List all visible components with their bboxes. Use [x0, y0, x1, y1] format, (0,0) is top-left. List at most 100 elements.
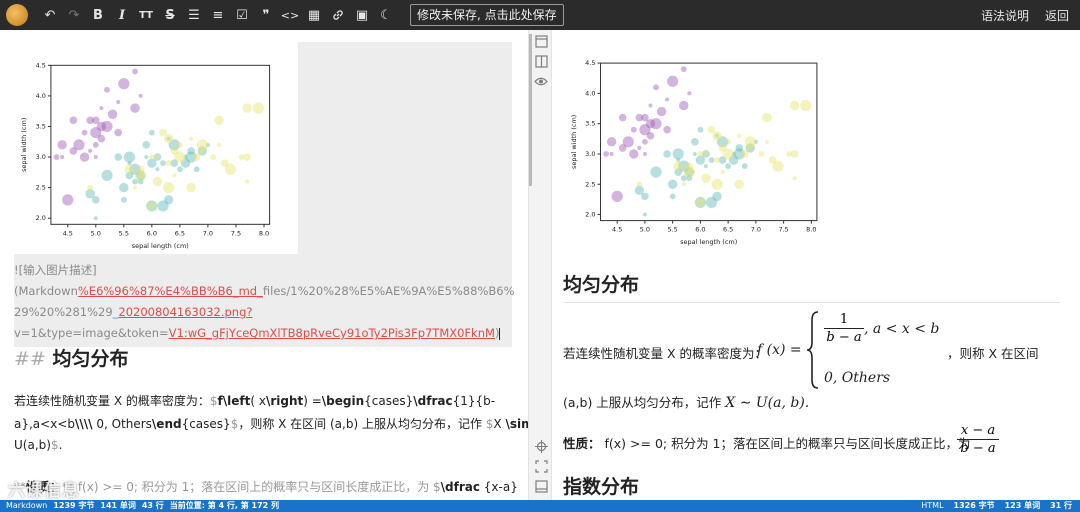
data-point [703, 151, 708, 156]
image-path-line-2: 29%20%281%29_20200804163032.png? [14, 305, 252, 319]
scatter-chart-preview: 4.5 5.0 5.5 6.0 6.5 7.0 7.5 8.0 2.0 2.5 3.0 3.5 4.0 4… [570, 59, 818, 246]
quote-icon[interactable]: ❞ [254, 3, 278, 27]
data-point [646, 131, 655, 140]
data-point [62, 194, 74, 206]
editor-scrollbar[interactable] [529, 34, 532, 186]
para-seg: U(a,b) [14, 438, 51, 452]
format-toolbar: ↶ ↷ B I TT S ☰ ≡ ☑ ❞ <> ▦ ▣ ☾ [38, 3, 398, 27]
status-bar: Markdown 1239 字节 141 单词 43 行 当前位置: 第 4 行… [0, 500, 1080, 512]
link-icon[interactable] [326, 3, 350, 27]
data-point [790, 150, 799, 158]
image-path-line-1: (Markdown%E6%96%87%E4%BB%B6_md_files/1%2… [14, 284, 515, 298]
preview-uniform-line2: (a,b) 上服从均匀分布，记作 X ∼ U(a, b). [563, 392, 809, 411]
data-point [116, 100, 121, 105]
heading-icon[interactable]: TT [134, 3, 158, 27]
para-seg: \begin [321, 394, 365, 408]
case2-value: 0, Others [824, 370, 891, 386]
fullscreen-icon[interactable] [534, 460, 548, 474]
data-point [741, 163, 748, 169]
editor-heading-uniform: ## 均匀分布 [14, 344, 128, 371]
data-point [93, 216, 98, 221]
data-point [133, 185, 138, 190]
save-button[interactable]: 修改未保存, 点击此处保存 [410, 4, 564, 26]
data-point [673, 161, 683, 171]
data-point [152, 176, 163, 187]
data-point [712, 191, 722, 202]
status-r-chars: 1326 字节 [953, 501, 995, 510]
locate-icon[interactable] [534, 440, 548, 454]
task-list-icon[interactable]: ☑ [230, 3, 254, 27]
para-seg: 若连续性随机变量 X 的概率密度为： [14, 394, 210, 408]
image-alt-line: ![输入图片描述] [14, 262, 97, 278]
italic-icon[interactable]: I [110, 3, 134, 27]
case1-fraction: 1 b − a [824, 312, 864, 345]
data-point [73, 139, 85, 151]
density-suffix: ，则称 X 在区间 [947, 346, 1039, 361]
y-tick-label: 2.5 [36, 184, 46, 192]
split-view-icon[interactable] [534, 55, 548, 69]
data-point [635, 113, 644, 122]
y-tick-label: 3.0 [585, 150, 595, 158]
uniform-text: (a,b) 上服从均匀分布，记作 [563, 395, 722, 410]
y-tick-label: 4.5 [36, 61, 46, 69]
data-point [138, 93, 143, 98]
data-point [142, 141, 151, 149]
data-point [740, 150, 749, 158]
data-point [656, 106, 667, 117]
syntax-help-link[interactable]: 语法说明 [981, 7, 1029, 24]
redo-icon[interactable]: ↷ [62, 3, 86, 27]
data-point [764, 139, 769, 144]
data-point [199, 148, 206, 154]
status-cursor: 当前位置: 第 4 行, 第 172 列 [169, 501, 279, 510]
strikethrough-icon[interactable]: S [158, 3, 182, 27]
data-point [772, 160, 784, 172]
ordered-list-icon[interactable]: ≡ [206, 3, 230, 27]
data-point [130, 103, 140, 113]
data-point [695, 197, 706, 208]
data-point [104, 86, 110, 93]
data-point [118, 78, 130, 90]
editor-para-line: a},a<x<b\\\\ 0, Others\end{cases} $，则称 X … [14, 415, 528, 432]
code-icon[interactable]: <> [278, 3, 302, 27]
data-point [144, 155, 149, 160]
data-point [210, 154, 217, 160]
para-seg: {cases} [364, 394, 414, 408]
data-point [650, 166, 662, 178]
para-seg: ** f(x) >= 0; 积分为 1；落在区间上的概率只与区间长度成正比，为 [62, 480, 430, 494]
preview-only-icon[interactable] [534, 480, 548, 494]
markdown-editor[interactable]: 4.5 5.0 5.5 6.0 6.5 7.0 7.5 8.0 2.0 2.5 3.0 3.5 4.0 4… [0, 30, 528, 500]
data-point [734, 179, 744, 189]
data-point [725, 163, 732, 169]
data-point [692, 151, 697, 156]
para-seg: $ [209, 394, 218, 408]
table-icon[interactable]: ▦ [302, 3, 326, 27]
editor-image-preview: 4.5 5.0 5.5 6.0 6.5 7.0 7.5 8.0 2.0 2.5 3.0 3.5 4.0 4… [14, 42, 298, 254]
data-point [186, 182, 196, 193]
image-path-seg: (Markdown [14, 284, 78, 298]
image-icon[interactable]: ▣ [350, 3, 374, 27]
unordered-list-icon[interactable]: ☰ [182, 3, 206, 27]
x-axis-label: sepal length (cm) [132, 242, 189, 250]
undo-icon[interactable]: ↶ [38, 3, 62, 27]
moon-icon[interactable]: ☾ [374, 3, 398, 27]
bold-icon[interactable]: B [86, 3, 110, 27]
x-axis-label: sepal length (cm) [680, 238, 737, 246]
data-point [189, 136, 194, 141]
data-point [606, 137, 617, 147]
data-point [665, 97, 670, 102]
data-point [245, 179, 250, 184]
editor-para-line: **性质：** f(x) >= 0; 积分为 1；落在区间上的概率只与区间长度成… [14, 478, 518, 495]
editor-only-icon[interactable] [534, 35, 548, 49]
preview-eye-icon[interactable] [534, 75, 548, 89]
data-point [57, 140, 67, 150]
y-tick-label: 2.0 [36, 214, 46, 222]
para-seg: ) = [303, 394, 322, 408]
image-path-seg: 20200804163032.png? [118, 305, 253, 319]
data-point [79, 152, 90, 162]
data-point [663, 150, 671, 158]
property-label: 性质： [563, 436, 601, 451]
image-markdown-block[interactable]: 4.5 5.0 5.5 6.0 6.5 7.0 7.5 8.0 2.0 2.5 3.0 3.5 4.0 4… [14, 42, 515, 347]
back-link[interactable]: 返回 [1045, 7, 1069, 24]
data-point [800, 99, 812, 112]
para-seg: \sim [505, 417, 528, 431]
